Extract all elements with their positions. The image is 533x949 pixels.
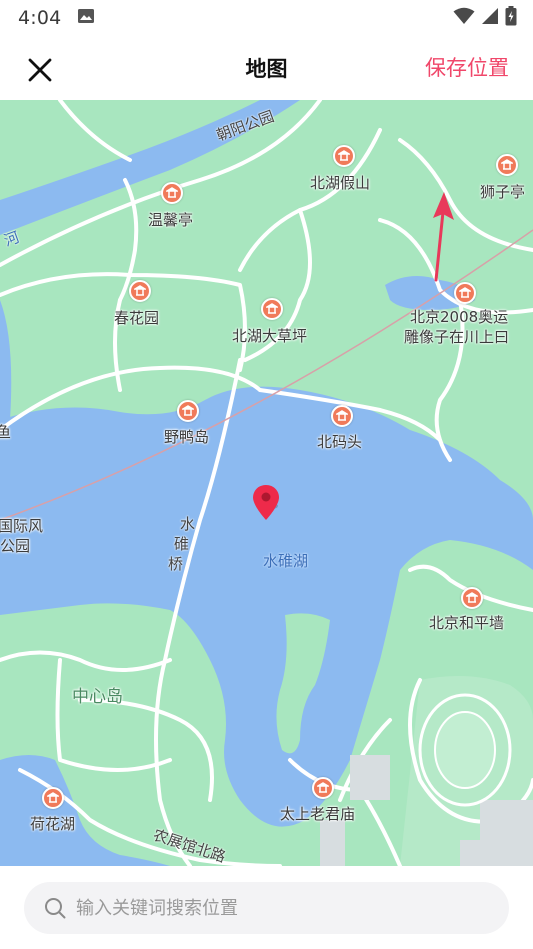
label-olympic-sculpture-1: 北京2008奥运	[410, 308, 509, 326]
label-taishang-laojun: 太上老君庙	[280, 805, 356, 823]
wifi-icon	[453, 7, 475, 29]
status-bar: 4:04	[0, 0, 533, 36]
pavilion-icon	[338, 150, 350, 161]
label-chunhua-yuan: 春花园	[114, 309, 160, 327]
battery-icon	[505, 6, 517, 30]
pavilion-icon	[459, 287, 471, 298]
pavilion-icon	[501, 159, 513, 170]
label-edge-left: 鱼	[0, 423, 12, 441]
label-hehua-hu: 荷花湖	[30, 815, 76, 833]
app-bar: 地图 保存位置	[0, 36, 533, 100]
pavilion-icon	[266, 303, 278, 314]
pavilion-icon	[336, 410, 348, 421]
map-pin-icon	[253, 485, 279, 520]
search-bar[interactable]	[24, 882, 509, 934]
pavilion-icon	[166, 187, 178, 198]
pavilion-icon	[134, 285, 146, 296]
road-label-shuiduan-bridge-3: 桥	[168, 555, 184, 573]
bottom-panel	[0, 866, 533, 949]
poi-beihu-jiashan[interactable]	[333, 145, 355, 167]
label-wenxin-ting: 温馨亭	[148, 211, 194, 229]
poi-hehua-hu[interactable]	[42, 787, 64, 809]
save-location-button[interactable]: 保存位置	[425, 52, 509, 82]
label-guojifeng-2: 公园	[0, 537, 31, 555]
pavilion-icon	[182, 405, 194, 416]
poi-chunhua-yuan[interactable]	[129, 280, 151, 302]
pavilion-icon	[47, 792, 59, 803]
label-beima-tou: 北码头	[317, 433, 363, 451]
label-beihu-jiashan: 北湖假山	[310, 174, 371, 192]
selected-location-marker[interactable]	[252, 484, 282, 524]
poi-yeya-dao[interactable]	[177, 400, 199, 422]
label-zhongxin-dao: 中心岛	[72, 687, 123, 707]
pavilion-icon	[317, 782, 329, 793]
search-input[interactable]	[76, 897, 476, 919]
road-label-shuiduan-bridge-2: 碓	[174, 535, 190, 553]
arrow-up-icon	[433, 192, 454, 282]
status-time: 4:04	[18, 7, 62, 29]
label-guojifeng-1: 国际风	[0, 517, 44, 535]
poi-wenxin-ting[interactable]	[161, 182, 183, 204]
poi-heping-qiang[interactable]	[461, 587, 483, 609]
search-icon	[45, 898, 66, 919]
map-view[interactable]: 朝阳公园 河 水 碓 桥 农展馆北路 北湖假山 狮子亭 温馨亭 春花园 北湖大草…	[0, 100, 533, 866]
label-shizi-ting: 狮子亭	[480, 183, 526, 201]
road-label-shuiduan-bridge-1: 水	[180, 515, 196, 533]
signal-icon	[481, 7, 499, 29]
annotation-arrow	[428, 190, 458, 282]
label-olympic-sculpture-2: 雕像子在川上曰	[404, 328, 510, 346]
label-yeya-dao: 野鸭岛	[164, 428, 210, 446]
label-heping-qiang: 北京和平墙	[429, 614, 505, 632]
pond-west	[0, 300, 12, 430]
pavilion-icon	[466, 592, 478, 603]
image-icon	[77, 8, 95, 28]
label-beihu-dacaoping: 北湖大草坪	[232, 327, 308, 345]
poi-taishang-laojun[interactable]	[312, 777, 334, 799]
label-shuiduan-hu: 水碓湖	[263, 552, 309, 570]
poi-beihu-dacaoping[interactable]	[261, 298, 283, 320]
poi-olympic-sculpture[interactable]	[454, 282, 476, 304]
poi-shizi-ting[interactable]	[496, 154, 518, 176]
poi-beima-tou[interactable]	[331, 405, 353, 427]
